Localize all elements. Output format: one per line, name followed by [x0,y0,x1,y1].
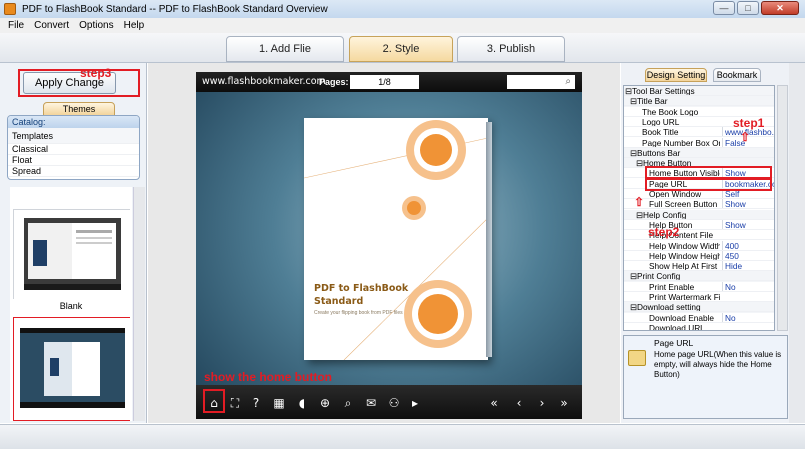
property-key: Download URL [649,322,705,331]
property-row[interactable]: ⊟Buttons Bar [624,147,774,159]
book-page-edge [486,122,492,357]
page-flip-arrow-icon[interactable]: ▶ [477,233,485,244]
window-title: PDF to FlashBook Standard -- PDF to Flas… [22,3,328,15]
step3-label: step3 [80,66,112,80]
close-button[interactable]: ✕ [761,1,799,15]
property-description-text: Home page URL(When this value is empty, … [654,350,782,379]
fit-icon[interactable]: ⛶ [228,396,242,410]
menu-bar: File Convert Options Help [0,18,805,33]
book-page[interactable]: PDF to FlashBook Standard Create your fl… [304,118,488,360]
status-bar [0,424,805,449]
page-url-highlight [645,178,772,191]
catalog-box: Catalog: Templates Classical Float Sprea… [7,115,140,180]
property-icon [628,350,646,366]
property-row[interactable]: Print Wartermark File [624,292,774,302]
book-title-line2: Standard [314,296,364,307]
property-row[interactable]: ⊟Print Config [624,271,774,282]
viewer-toolbar: ⌂ ⛶ ? ▦ ◖ ⊕ ⌕ ✉ ⚇ ▸ « ‹ › » [196,385,582,419]
flipbook-preview: www.flashbookmaker.com Pages: 1/8 ⌕ PDF … [196,72,582,419]
tab-design-setting[interactable]: Design Setting [645,68,707,82]
property-row[interactable]: Help Content File [624,230,774,241]
share-icon[interactable]: ⚇ [387,396,401,410]
minimize-button[interactable]: — [713,1,735,15]
book-subtitle: Create your flipping book from PDF files [314,310,403,316]
catalog-item-templates[interactable]: Templates [8,128,139,144]
catalog-item-classical[interactable]: Classical [8,144,139,155]
tab-style[interactable]: 2. Style [349,36,453,62]
template-thumb-blank[interactable] [13,209,131,300]
step2-arrow-icon: ⇧ [634,195,645,209]
book-title: PDF to FlashBook Standard [314,282,434,308]
template-thumb-selected[interactable] [13,317,131,421]
property-description-title: Page URL [654,338,694,348]
viewer-url: www.flashbookmaker.com [202,76,326,87]
search-icon[interactable]: ⌕ [341,396,355,410]
property-row[interactable]: Help Button Show [624,219,774,230]
next-page-icon[interactable]: › [535,396,549,410]
property-row[interactable]: ⊟Help Config [624,209,774,220]
property-row[interactable]: Download Enable No [624,312,774,323]
property-row[interactable]: Full Screen Button Show [624,199,774,210]
app-icon [4,3,16,15]
template-thumb-label: Blank [59,301,83,311]
property-description: Page URL Home page URL(When this value i… [623,335,788,419]
home-icon[interactable]: ⌂ [207,396,221,410]
property-row[interactable]: ⊟Title Bar [624,96,774,107]
property-row[interactable]: Help Window Height 450 [624,250,774,261]
viewer-search-input[interactable]: ⌕ [507,75,575,89]
left-panel: Apply Change step3 Themes Catalog: Templ… [0,63,147,423]
tab-add-file[interactable]: 1. Add Flie [226,36,344,62]
annotation-show-home: show the home button [204,370,332,384]
prev-page-icon[interactable]: ‹ [512,396,526,410]
last-page-icon[interactable]: » [557,396,571,410]
catalog-item-float[interactable]: Float [8,155,139,166]
help-icon[interactable]: ? [249,396,263,410]
autoplay-icon[interactable]: ▸ [408,396,422,410]
property-row[interactable]: ⊟Download setting [624,302,774,313]
thumbnails-icon[interactable]: ▦ [272,396,286,410]
step1-arrow-icon: ⇧ [740,130,751,144]
step3-highlight: step3 [18,66,140,97]
step2-label: step2 [648,225,680,239]
maximize-button[interactable]: □ [737,1,759,15]
property-row[interactable]: Help Window Width 400 [624,240,774,251]
property-row[interactable]: ⊟Tool Bar Settings [624,86,774,97]
sound-icon[interactable]: ◖ [295,396,309,410]
window-titlebar: PDF to FlashBook Standard -- PDF to Flas… [0,0,805,18]
viewer-title-bar: www.flashbookmaker.com Pages: 1/8 ⌕ [196,72,582,92]
menu-help[interactable]: Help [124,20,145,31]
property-row[interactable]: Page Number Box On ...False [624,137,774,148]
window-controls: — □ ✕ [713,1,799,15]
menu-options[interactable]: Options [79,20,113,31]
thumbnails-scrollbar[interactable] [133,187,145,421]
menu-file[interactable]: File [8,20,24,31]
menu-convert[interactable]: Convert [34,20,69,31]
zoom-in-icon[interactable]: ⊕ [318,396,332,410]
step1-label: step1 [733,116,765,130]
step-bar: 1. Add Flie 2. Style 3. Publish [0,33,805,63]
first-page-icon[interactable]: « [487,396,501,410]
tab-publish[interactable]: 3. Publish [457,36,565,62]
themes-tab[interactable]: Themes [43,102,115,116]
search-icon[interactable]: ⌕ [565,76,571,87]
tab-bookmark[interactable]: Bookmark [713,68,761,82]
property-row[interactable]: Print Enable No [624,281,774,292]
book-title-line1: PDF to FlashBook [314,283,409,294]
page-number-box[interactable]: 1/8 [350,75,419,89]
property-row[interactable]: Download URL [624,322,774,331]
window-scrollbar[interactable] [789,63,805,423]
email-icon[interactable]: ✉ [364,396,378,410]
catalog-item-spread[interactable]: Spread [8,166,139,177]
property-grid-scrollbar[interactable] [777,85,788,331]
property-row[interactable]: Show Help At First Hide [624,261,774,272]
pages-label: Pages: [319,77,349,87]
catalog-header: Catalog: [8,116,139,128]
template-thumbnails: Blank [10,187,132,421]
